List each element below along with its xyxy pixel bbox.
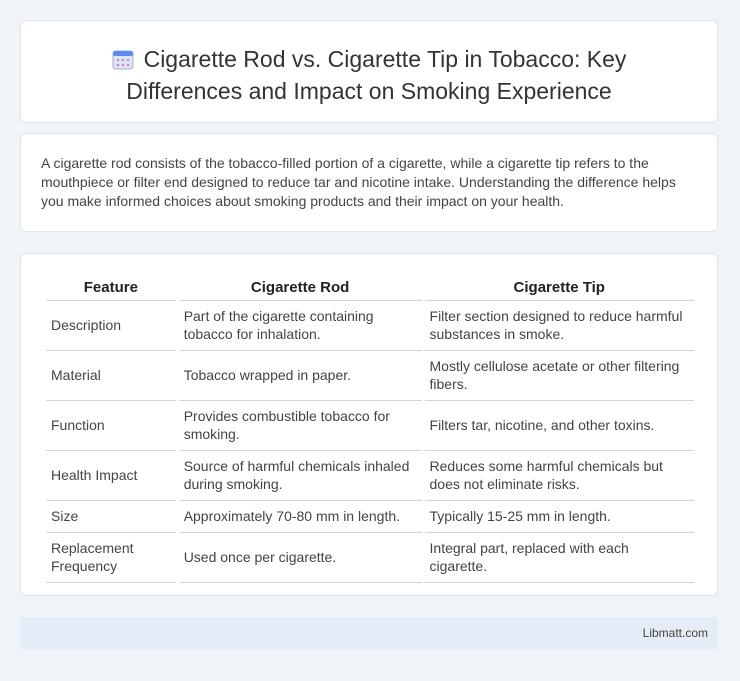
calendar-icon [112, 48, 134, 77]
feature-cell: Function [46, 401, 176, 451]
tip-cell: Reduces some harmful chemicals but does … [424, 451, 694, 501]
tip-cell: Filters tar, nicotine, and other toxins. [424, 401, 694, 451]
feature-cell: Description [46, 301, 176, 351]
table-row: Description Part of the cigarette contai… [46, 301, 694, 351]
feature-cell: Size [46, 501, 176, 533]
intro-paragraph: A cigarette rod consists of the tobacco-… [41, 155, 676, 209]
table-row: Size Approximately 70-80 mm in length. T… [46, 501, 694, 533]
rod-cell: Tobacco wrapped in paper. [178, 351, 422, 401]
tip-cell: Filter section designed to reduce harmfu… [424, 301, 694, 351]
page-title-text: Cigarette Rod vs. Cigarette Tip in Tobac… [126, 46, 627, 104]
tip-cell: Integral part, replaced with each cigare… [424, 533, 694, 583]
table-row: Health Impact Source of harmful chemical… [46, 451, 694, 501]
comparison-card: Feature Cigarette Rod Cigarette Tip Desc… [20, 253, 718, 596]
page-title: Cigarette Rod vs. Cigarette Tip in Tobac… [21, 21, 717, 106]
comparison-table: Feature Cigarette Rod Cigarette Tip Desc… [43, 276, 697, 583]
intro-card: A cigarette rod consists of the tobacco-… [20, 133, 718, 232]
table-row: Function Provides combustible tobacco fo… [46, 401, 694, 451]
footer-brand-link[interactable]: Libmatt.com [643, 626, 708, 640]
header-cigarette-rod: Cigarette Rod [178, 276, 422, 301]
feature-cell: Health Impact [46, 451, 176, 501]
feature-cell: Material [46, 351, 176, 401]
footer: Libmatt.com [20, 617, 718, 650]
feature-cell: Replacement Frequency [46, 533, 176, 583]
rod-cell: Approximately 70-80 mm in length. [178, 501, 422, 533]
tip-cell: Mostly cellulose acetate or other filter… [424, 351, 694, 401]
header-cigarette-tip: Cigarette Tip [424, 276, 694, 301]
rod-cell: Used once per cigarette. [178, 533, 422, 583]
rod-cell: Source of harmful chemicals inhaled duri… [178, 451, 422, 501]
table-row: Replacement Frequency Used once per ciga… [46, 533, 694, 583]
table-header-row: Feature Cigarette Rod Cigarette Tip [46, 276, 694, 301]
table-row: Material Tobacco wrapped in paper. Mostl… [46, 351, 694, 401]
header-feature: Feature [46, 276, 176, 301]
rod-cell: Part of the cigarette containing tobacco… [178, 301, 422, 351]
tip-cell: Typically 15-25 mm in length. [424, 501, 694, 533]
title-card: Cigarette Rod vs. Cigarette Tip in Tobac… [20, 20, 718, 123]
rod-cell: Provides combustible tobacco for smoking… [178, 401, 422, 451]
